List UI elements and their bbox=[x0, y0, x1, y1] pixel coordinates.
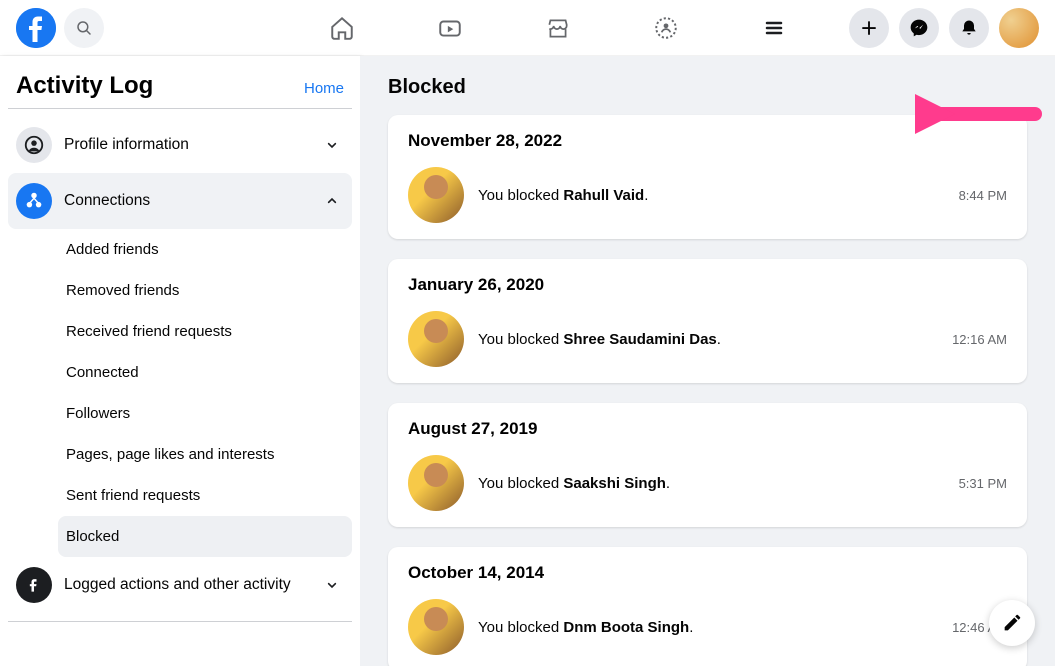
sidebar-title: Activity Log bbox=[16, 72, 153, 100]
sidebar-item-profile-info[interactable]: Profile information bbox=[8, 117, 352, 173]
entry-time: 8:44 PM bbox=[959, 188, 1007, 203]
sidebar-item-connections[interactable]: Connections bbox=[8, 173, 352, 229]
entry-date: August 27, 2019 bbox=[408, 419, 1007, 439]
entry-avatar[interactable] bbox=[408, 167, 464, 223]
compose-fab[interactable] bbox=[989, 600, 1035, 646]
marketplace-icon bbox=[545, 15, 571, 41]
watch-icon bbox=[437, 15, 463, 41]
sub-item-received-requests[interactable]: Received friend requests bbox=[58, 311, 352, 352]
sub-item-added-friends[interactable]: Added friends bbox=[58, 229, 352, 270]
nav-marketplace[interactable] bbox=[508, 4, 608, 52]
entry-text: You blocked Shree Saudamini Das. bbox=[478, 331, 938, 348]
groups-icon bbox=[653, 15, 679, 41]
home-link[interactable]: Home bbox=[304, 80, 344, 97]
sub-item-pages-likes[interactable]: Pages, page likes and interests bbox=[58, 434, 352, 475]
blocked-entry-card: August 27, 2019 You blocked Saakshi Singh… bbox=[388, 403, 1027, 527]
nav-groups[interactable] bbox=[616, 4, 716, 52]
connections-icon bbox=[16, 183, 52, 219]
sidebar-item-logged-actions[interactable]: Logged actions and other activity bbox=[8, 557, 352, 613]
blocked-entry-card: October 14, 2014 You blocked Dnm Boota Si… bbox=[388, 547, 1027, 666]
profile-icon bbox=[16, 127, 52, 163]
home-icon bbox=[329, 15, 355, 41]
entry-date: January 26, 2020 bbox=[408, 275, 1007, 295]
nav-home[interactable] bbox=[292, 4, 392, 52]
sidebar-label: Profile information bbox=[64, 135, 312, 154]
create-button[interactable] bbox=[849, 8, 889, 48]
plus-icon bbox=[860, 19, 878, 37]
search-button[interactable] bbox=[64, 8, 104, 48]
chevron-down-icon bbox=[324, 577, 344, 593]
facebook-logo[interactable] bbox=[16, 8, 56, 48]
sub-item-connected[interactable]: Connected bbox=[58, 352, 352, 393]
entry-date: November 28, 2022 bbox=[408, 131, 1007, 151]
sidebar-label: Connections bbox=[64, 191, 312, 210]
nav-menu[interactable] bbox=[724, 4, 824, 52]
logged-actions-icon bbox=[16, 567, 52, 603]
profile-avatar[interactable] bbox=[999, 8, 1039, 48]
page-title: Blocked bbox=[388, 76, 1027, 99]
entry-avatar[interactable] bbox=[408, 311, 464, 367]
entry-text: You blocked Rahull Vaid. bbox=[478, 187, 945, 204]
entry-avatar[interactable] bbox=[408, 599, 464, 655]
search-icon bbox=[75, 19, 93, 37]
sub-item-followers[interactable]: Followers bbox=[58, 393, 352, 434]
bell-icon bbox=[959, 18, 979, 38]
nav-watch[interactable] bbox=[400, 4, 500, 52]
top-nav bbox=[0, 0, 1055, 56]
menu-icon bbox=[762, 16, 786, 40]
entry-avatar[interactable] bbox=[408, 455, 464, 511]
sub-item-blocked[interactable]: Blocked bbox=[58, 516, 352, 557]
sub-item-sent-requests[interactable]: Sent friend requests bbox=[58, 475, 352, 516]
sidebar-label: Logged actions and other activity bbox=[64, 575, 312, 594]
blocked-entry-card: January 26, 2020 You blocked Shree Saudam… bbox=[388, 259, 1027, 383]
entry-time: 12:16 AM bbox=[952, 332, 1007, 347]
entry-text: You blocked Saakshi Singh. bbox=[478, 475, 945, 492]
sub-item-removed-friends[interactable]: Removed friends bbox=[58, 270, 352, 311]
connections-sub-list: Added friends Removed friends Received f… bbox=[8, 229, 352, 557]
messenger-button[interactable] bbox=[899, 8, 939, 48]
sidebar: Activity Log Home Profile information Co… bbox=[0, 56, 360, 666]
entry-text: You blocked Dnm Boota Singh. bbox=[478, 619, 938, 636]
chevron-up-icon bbox=[324, 193, 344, 209]
main-content: Blocked November 28, 2022 You blocked Rah… bbox=[360, 56, 1055, 666]
blocked-entry-card: November 28, 2022 You blocked Rahull Vaid… bbox=[388, 115, 1027, 239]
chevron-down-icon bbox=[324, 137, 344, 153]
entry-time: 5:31 PM bbox=[959, 476, 1007, 491]
entry-date: October 14, 2014 bbox=[408, 563, 1007, 583]
edit-icon bbox=[1001, 612, 1023, 634]
notifications-button[interactable] bbox=[949, 8, 989, 48]
messenger-icon bbox=[909, 18, 929, 38]
